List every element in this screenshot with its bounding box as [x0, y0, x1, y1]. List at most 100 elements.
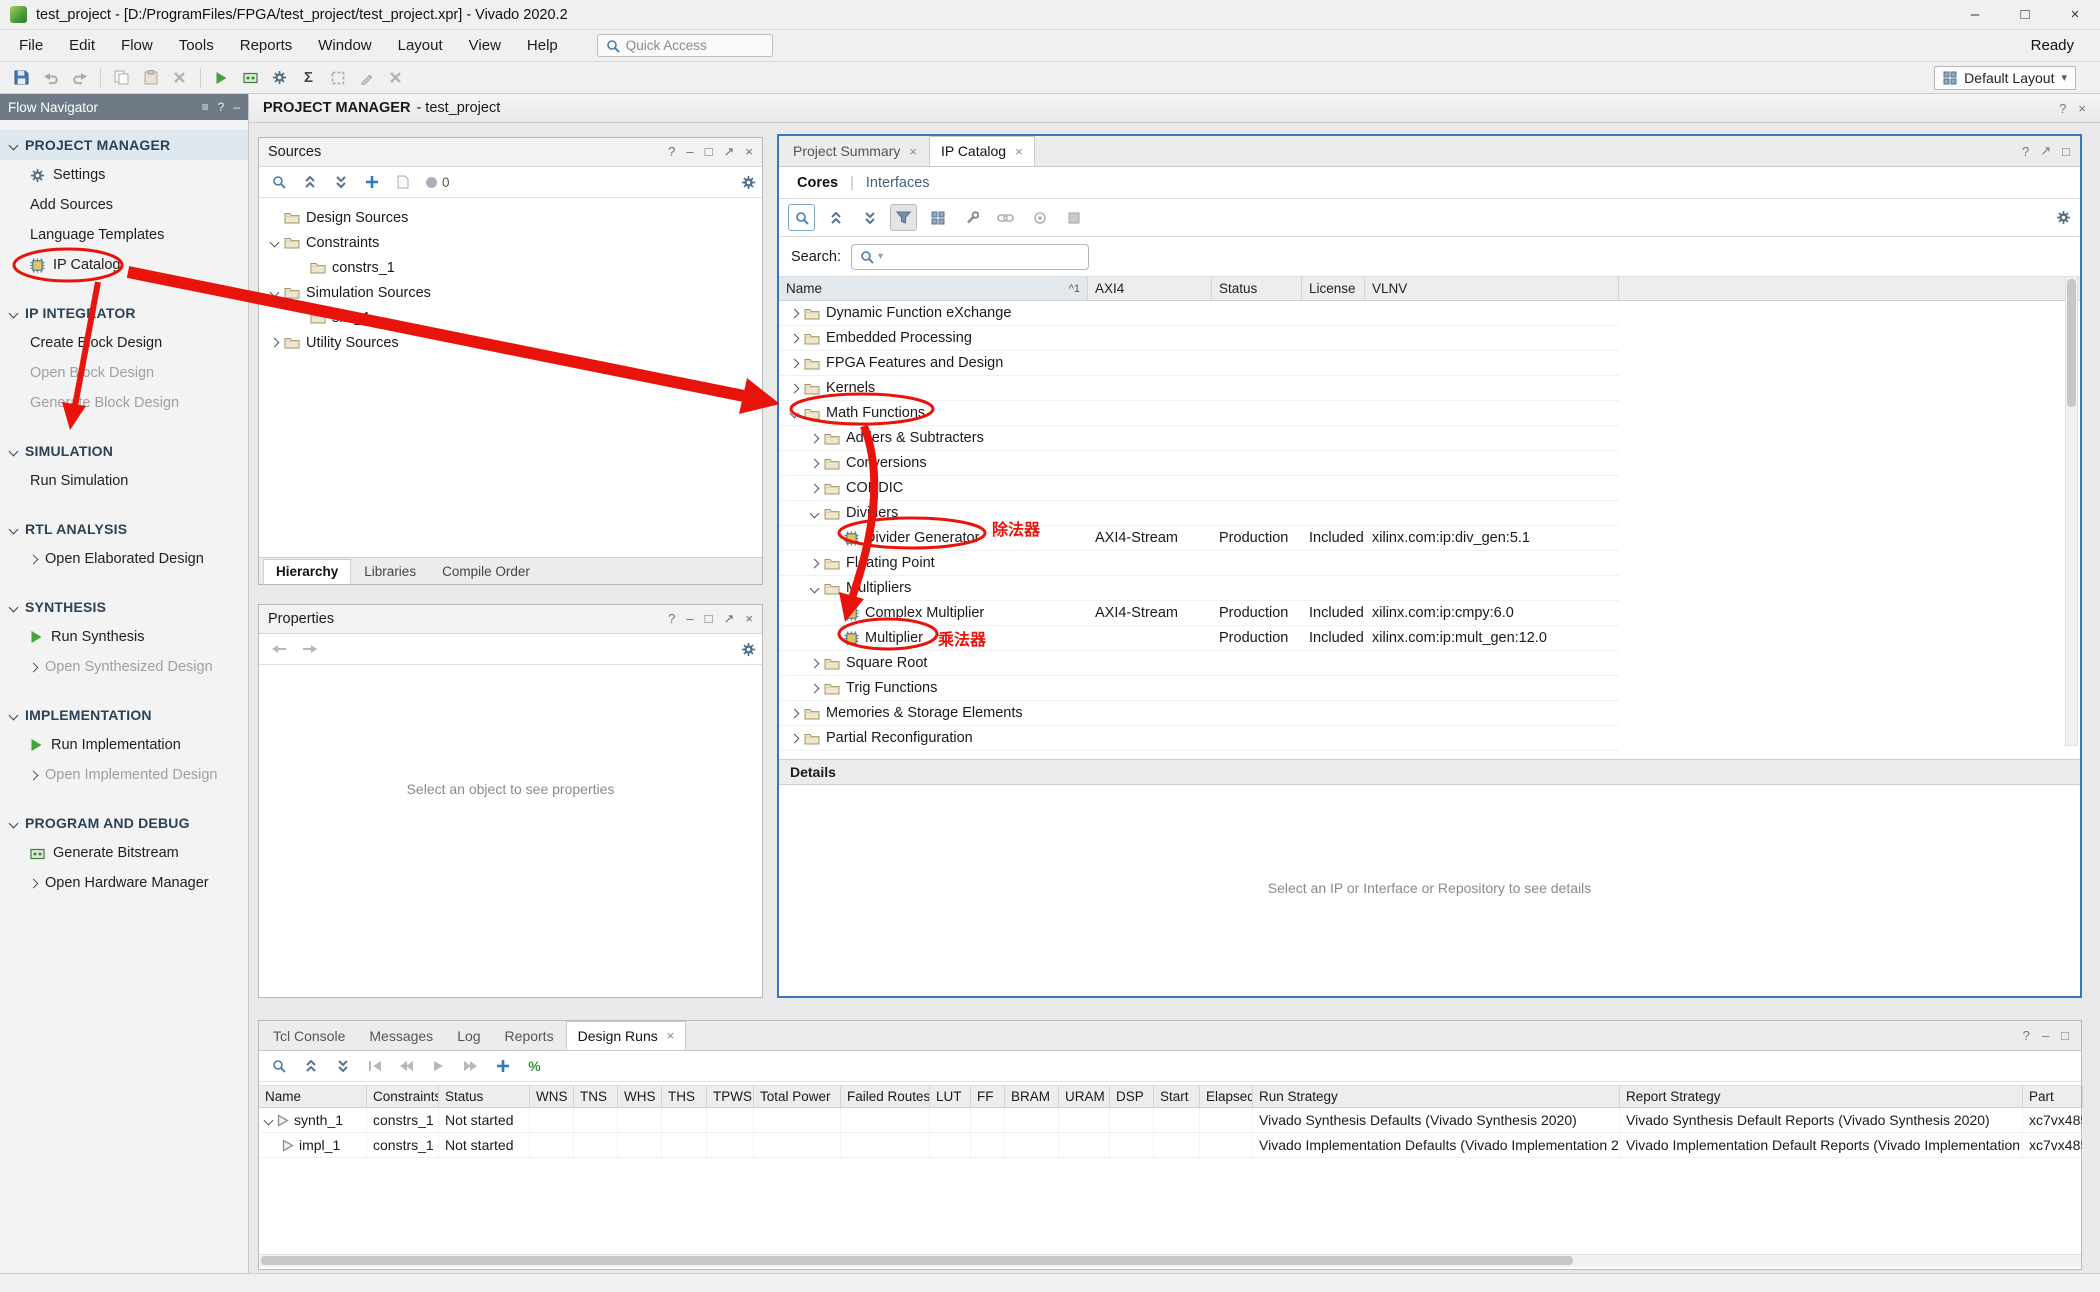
close-tab-icon[interactable]: × — [909, 144, 917, 159]
expand-all-button[interactable] — [329, 1053, 356, 1080]
column-header-run-strategy[interactable]: Run Strategy — [1253, 1086, 1620, 1107]
flow-item-open-implemented-design[interactable]: Open Implemented Design — [0, 760, 248, 790]
menu-flow[interactable]: Flow — [108, 32, 166, 59]
chevron-right-icon[interactable] — [790, 308, 800, 318]
layout-select[interactable]: Default Layout ▾ — [1934, 66, 2076, 90]
new-file-button[interactable] — [389, 169, 416, 196]
minimize-icon[interactable]: – — [2042, 1028, 2049, 1043]
filter-button[interactable] — [890, 204, 917, 231]
flow-item-open-synthesized-design[interactable]: Open Synthesized Design — [0, 652, 248, 682]
help-icon[interactable]: ? — [2023, 1028, 2030, 1043]
flow-item-run-implementation[interactable]: Run Implementation — [0, 730, 248, 760]
horizontal-scrollbar[interactable] — [259, 1254, 2081, 1267]
back-button[interactable] — [265, 636, 292, 663]
customize-button[interactable] — [958, 204, 985, 231]
float-icon[interactable]: ↗ — [724, 144, 735, 160]
menu-help[interactable]: Help — [514, 32, 571, 59]
menu-reports[interactable]: Reports — [227, 32, 306, 59]
flow-item-create-block-design[interactable]: Create Block Design — [0, 328, 248, 358]
column-header-tpws[interactable]: TPWS — [707, 1086, 754, 1107]
subtab-interfaces[interactable]: Interfaces — [866, 175, 930, 191]
flow-section-header-program-and-debug[interactable]: PROGRAM AND DEBUG — [0, 808, 248, 838]
flow-item-generate-bitstream[interactable]: Generate Bitstream — [0, 838, 248, 868]
chevron-down-icon[interactable] — [264, 1115, 274, 1125]
close-tab-icon[interactable]: × — [667, 1028, 675, 1043]
tab-project-summary[interactable]: Project Summary× — [781, 136, 929, 166]
search-button[interactable] — [265, 169, 292, 196]
menu-window[interactable]: Window — [305, 32, 384, 59]
ip-row-partial-reconfiguration[interactable]: Partial Reconfiguration — [779, 726, 1619, 751]
source-tree-item-constraints[interactable]: Constraints — [263, 230, 758, 255]
chevron-down-icon[interactable] — [9, 818, 19, 828]
column-header-status[interactable]: Status — [1212, 277, 1302, 300]
design-run-row-impl-1[interactable]: impl_1constrs_1Not startedVivado Impleme… — [259, 1133, 2081, 1158]
chevron-down-icon[interactable] — [810, 508, 820, 518]
run-button[interactable] — [208, 64, 235, 91]
add-sources-button[interactable] — [358, 169, 385, 196]
flow-section-header-simulation[interactable]: SIMULATION — [0, 436, 248, 466]
menu-layout[interactable]: Layout — [385, 32, 456, 59]
create-run-button[interactable] — [489, 1053, 516, 1080]
scrollbar-thumb[interactable] — [261, 1256, 1573, 1265]
forward-button[interactable] — [296, 636, 323, 663]
stop-button[interactable] — [1060, 204, 1087, 231]
chevron-right-icon[interactable] — [270, 338, 280, 348]
flow-section-header-synthesis[interactable]: SYNTHESIS — [0, 592, 248, 622]
ip-row-multipliers[interactable]: Multipliers — [779, 576, 1619, 601]
ip-row-kernels[interactable]: Kernels — [779, 376, 1619, 401]
report-button[interactable]: Σ — [295, 64, 322, 91]
maximize-icon[interactable]: □ — [2061, 1028, 2069, 1043]
source-tree-item-utility-sources[interactable]: Utility Sources — [263, 330, 758, 355]
help-icon[interactable]: ? — [668, 144, 675, 160]
menu-view[interactable]: View — [456, 32, 514, 59]
ip-row-adders-subtracters[interactable]: Adders & Subtracters — [779, 426, 1619, 451]
source-tree-item-design-sources[interactable]: Design Sources — [263, 205, 758, 230]
flow-item-run-synthesis[interactable]: Run Synthesis — [0, 622, 248, 652]
maximize-icon[interactable]: □ — [705, 144, 713, 160]
expand-all-button[interactable] — [327, 169, 354, 196]
flow-item-open-hardware-manager[interactable]: Open Hardware Manager — [0, 868, 248, 898]
column-header-name[interactable]: Name — [259, 1086, 367, 1107]
chevron-right-icon[interactable] — [810, 658, 820, 668]
subtab-cores[interactable]: Cores — [797, 175, 838, 191]
close-icon[interactable]: × — [745, 144, 753, 160]
vertical-scrollbar[interactable] — [2065, 276, 2078, 746]
column-header-bram[interactable]: BRAM — [1005, 1086, 1059, 1107]
chevron-down-icon[interactable] — [9, 446, 19, 456]
ip-row-multiplier[interactable]: MultiplierProductionIncludedxilinx.com:i… — [779, 626, 1619, 651]
chevron-right-icon[interactable] — [790, 358, 800, 368]
settings-icon[interactable] — [2056, 210, 2071, 225]
float-icon[interactable]: ↗ — [724, 611, 735, 627]
help-icon[interactable]: ? — [2059, 101, 2066, 116]
ip-row-math-functions[interactable]: Math Functions — [779, 401, 1619, 426]
settings-icon[interactable] — [741, 642, 756, 657]
go-to-start-button[interactable] — [361, 1053, 388, 1080]
collapse-icon[interactable]: ≡ — [202, 100, 209, 114]
search-button[interactable] — [788, 204, 815, 231]
settings-button[interactable] — [266, 64, 293, 91]
ip-row-square-root[interactable]: Square Root — [779, 651, 1619, 676]
chevron-right-icon[interactable] — [810, 558, 820, 568]
tab-messages[interactable]: Messages — [357, 1021, 445, 1050]
edit-button[interactable] — [353, 64, 380, 91]
source-tree-item-simulation-sources[interactable]: Simulation Sources — [263, 280, 758, 305]
flow-item-ip-catalog[interactable]: IP Catalog — [0, 250, 248, 280]
close-button[interactable]: × — [2050, 0, 2100, 30]
target-button[interactable] — [1026, 204, 1053, 231]
menu-tools[interactable]: Tools — [166, 32, 227, 59]
column-header-ff[interactable]: FF — [971, 1086, 1005, 1107]
flow-section-header-implementation[interactable]: IMPLEMENTATION — [0, 700, 248, 730]
selection-button[interactable] — [324, 64, 351, 91]
column-header-whs[interactable]: WHS — [618, 1086, 662, 1107]
chevron-right-icon[interactable] — [810, 483, 820, 493]
collapse-all-button[interactable] — [296, 169, 323, 196]
flow-item-open-elaborated-design[interactable]: Open Elaborated Design — [0, 544, 248, 574]
ip-row-memories-storage-elements[interactable]: Memories & Storage Elements — [779, 701, 1619, 726]
column-header-tns[interactable]: TNS — [574, 1086, 618, 1107]
chevron-down-icon[interactable] — [9, 602, 19, 612]
link-button[interactable] — [992, 204, 1019, 231]
menu-edit[interactable]: Edit — [56, 32, 108, 59]
minimize-icon[interactable]: – — [686, 611, 693, 627]
float-icon[interactable]: ↗ — [2040, 143, 2051, 159]
chevron-down-icon[interactable] — [270, 238, 280, 248]
